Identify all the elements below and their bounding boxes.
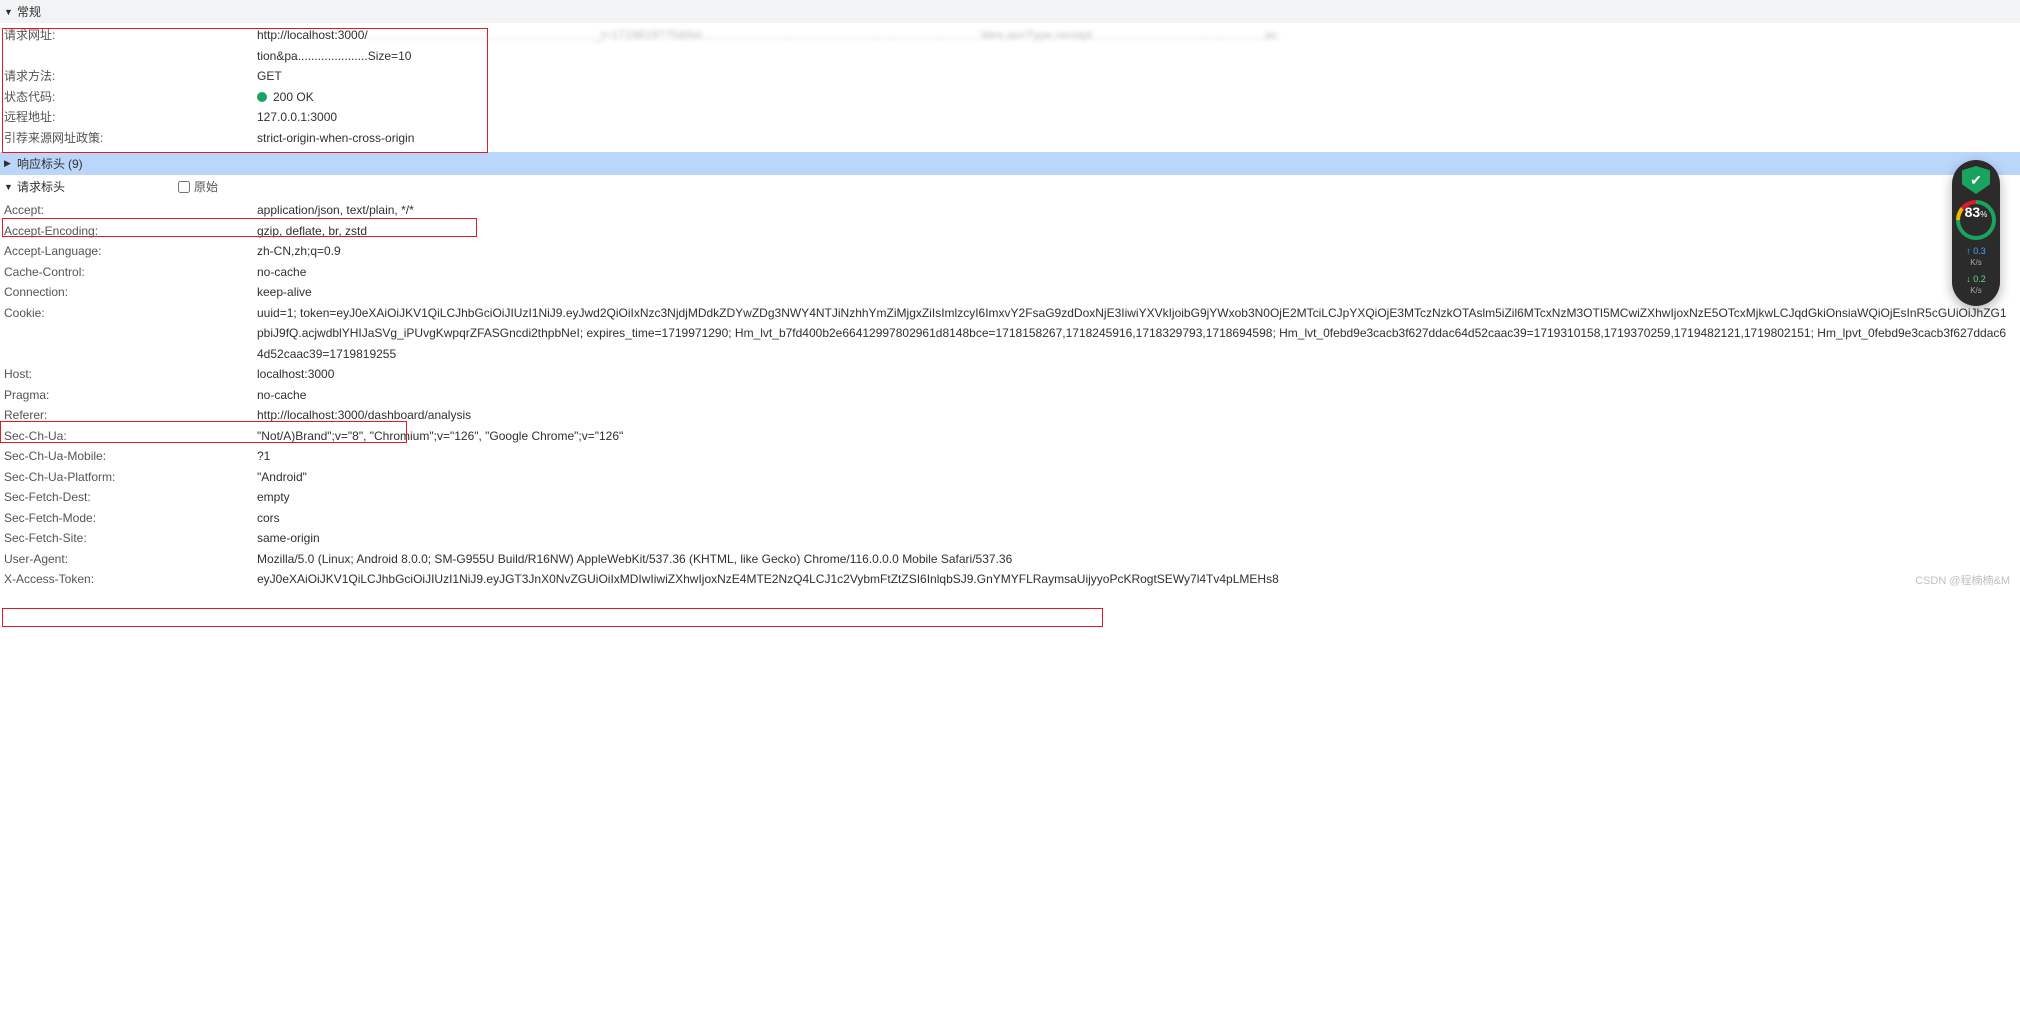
header-value: "Not/A)Brand";v="8", "Chromium";v="126",… (257, 426, 2020, 447)
request-header-row: Sec-Ch-Ua:"Not/A)Brand";v="8", "Chromium… (4, 426, 2020, 447)
general-rows: 请求网址: http://localhost:3000/............… (0, 23, 2020, 152)
header-label: Sec-Fetch-Site: (4, 528, 257, 549)
label-remote-address: 远程地址: (4, 107, 257, 128)
status-dot-icon (257, 92, 267, 102)
request-header-row: Accept-Encoding:gzip, deflate, br, zstd (4, 221, 2020, 242)
raw-checkbox-label[interactable]: 原始 (178, 178, 218, 195)
section-title-response: 响应标头 (17, 155, 65, 172)
header-value: no-cache (257, 262, 2020, 283)
header-value: same-origin (257, 528, 2020, 549)
header-label: Accept-Encoding: (4, 221, 257, 242)
header-value: "Android" (257, 467, 2020, 488)
header-label: Sec-Ch-Ua-Platform: (4, 467, 257, 488)
perf-widget[interactable]: ✔ 83% ↑ 0.3 K/s ↓ 0.2 K/s (1952, 160, 2000, 306)
request-header-row: Accept:application/json, text/plain, */* (4, 200, 2020, 221)
row-status-code: 状态代码: 200 OK (4, 87, 2020, 108)
header-label: Cache-Control: (4, 262, 257, 283)
header-value: Mozilla/5.0 (Linux; Android 8.0.0; SM-G9… (257, 549, 2020, 570)
request-header-row: Sec-Fetch-Dest:empty (4, 487, 2020, 508)
request-header-rows: Accept:application/json, text/plain, */*… (0, 198, 2020, 594)
section-title-general: 常规 (17, 3, 41, 20)
header-value: zh-CN,zh;q=0.9 (257, 241, 2020, 262)
request-header-row: User-Agent:Mozilla/5.0 (Linux; Android 8… (4, 549, 2020, 570)
header-label: X-Access-Token: (4, 569, 257, 590)
request-header-row: Accept-Language:zh-CN,zh;q=0.9 (4, 241, 2020, 262)
header-value: cors (257, 508, 2020, 529)
perf-percent: 83 (1965, 204, 1981, 220)
request-header-row: Referer:http://localhost:3000/dashboard/… (4, 405, 2020, 426)
row-remote-address: 远程地址: 127.0.0.1:3000 (4, 107, 2020, 128)
header-value: localhost:3000 (257, 364, 2020, 385)
section-header-response[interactable]: ▶ 响应标头 (9) (0, 152, 2020, 175)
row-request-url: 请求网址: http://localhost:3000/............… (4, 25, 2020, 66)
value-referrer-policy: strict-origin-when-cross-origin (257, 128, 2020, 149)
section-title-request: 请求标头 (17, 178, 65, 195)
request-header-row: Sec-Ch-Ua-Mobile:?1 (4, 446, 2020, 467)
header-label: Host: (4, 364, 257, 385)
header-value: ?1 (257, 446, 2020, 467)
response-count: (9) (68, 157, 83, 171)
request-header-row: Connection:keep-alive (4, 282, 2020, 303)
row-request-method: 请求方法: GET (4, 66, 2020, 87)
perf-ring: 83% (1956, 200, 1996, 240)
label-request-method: 请求方法: (4, 66, 257, 87)
raw-checkbox[interactable] (178, 181, 190, 193)
label-referrer-policy: 引荐来源网址政策: (4, 128, 257, 149)
header-label: Sec-Fetch-Dest: (4, 487, 257, 508)
caret-right-icon: ▶ (4, 158, 14, 169)
header-value: eyJ0eXAiOiJKV1QiLCJhbGciOiJIUzI1NiJ9.eyJ… (257, 569, 2020, 590)
label-request-url: 请求网址: (4, 25, 257, 46)
request-header-row: Cache-Control:no-cache (4, 262, 2020, 283)
section-header-general[interactable]: ▼ 常规 (0, 0, 2020, 23)
speed-down: ↓ 0.2 K/s (1966, 274, 1986, 296)
row-referrer-policy: 引荐来源网址政策: strict-origin-when-cross-origi… (4, 128, 2020, 149)
value-status-code: 200 OK (257, 87, 2020, 108)
header-value: application/json, text/plain, */* (257, 200, 2020, 221)
section-header-request[interactable]: ▼ 请求标头 原始 (0, 175, 2020, 198)
request-header-row: Sec-Ch-Ua-Platform:"Android" (4, 467, 2020, 488)
watermark: CSDN @程楠楠&M (1915, 572, 2010, 588)
header-label: Sec-Fetch-Mode: (4, 508, 257, 529)
request-header-row: Cookie:uuid=1; token=eyJ0eXAiOiJKV1QiLCJ… (4, 303, 2020, 365)
header-label: Referer: (4, 405, 257, 426)
header-label: Sec-Ch-Ua: (4, 426, 257, 447)
header-label: Accept: (4, 200, 257, 221)
value-request-url: http://localhost:3000/..................… (257, 25, 2020, 66)
raw-label-text: 原始 (194, 178, 218, 195)
value-request-method: GET (257, 66, 2020, 87)
speed-up: ↑ 0.3 K/s (1966, 246, 1986, 268)
header-label: User-Agent: (4, 549, 257, 570)
header-label: Pragma: (4, 385, 257, 406)
shield-icon: ✔ (1962, 166, 1990, 194)
request-header-row: Sec-Fetch-Site:same-origin (4, 528, 2020, 549)
highlight-user-agent-row (2, 608, 1103, 627)
header-label: Accept-Language: (4, 241, 257, 262)
caret-down-icon: ▼ (4, 7, 14, 17)
header-value: no-cache (257, 385, 2020, 406)
header-label: Cookie: (4, 303, 257, 324)
perf-ring-inner: 83% (1960, 204, 1992, 236)
header-value: http://localhost:3000/dashboard/analysis (257, 405, 2020, 426)
request-header-row: Sec-Fetch-Mode:cors (4, 508, 2020, 529)
request-header-row: X-Access-Token:eyJ0eXAiOiJKV1QiLCJhbGciO… (4, 569, 2020, 590)
header-value: uuid=1; token=eyJ0eXAiOiJKV1QiLCJhbGciOi… (257, 303, 2020, 365)
header-value: gzip, deflate, br, zstd (257, 221, 2020, 242)
header-label: Sec-Ch-Ua-Mobile: (4, 446, 257, 467)
header-value: empty (257, 487, 2020, 508)
value-remote-address: 127.0.0.1:3000 (257, 107, 2020, 128)
request-header-row: Host:localhost:3000 (4, 364, 2020, 385)
request-header-row: Pragma:no-cache (4, 385, 2020, 406)
header-label: Connection: (4, 282, 257, 303)
header-value: keep-alive (257, 282, 2020, 303)
perf-percent-sign: % (1980, 210, 1987, 219)
label-status-code: 状态代码: (4, 87, 257, 108)
caret-down-icon: ▼ (4, 182, 14, 192)
